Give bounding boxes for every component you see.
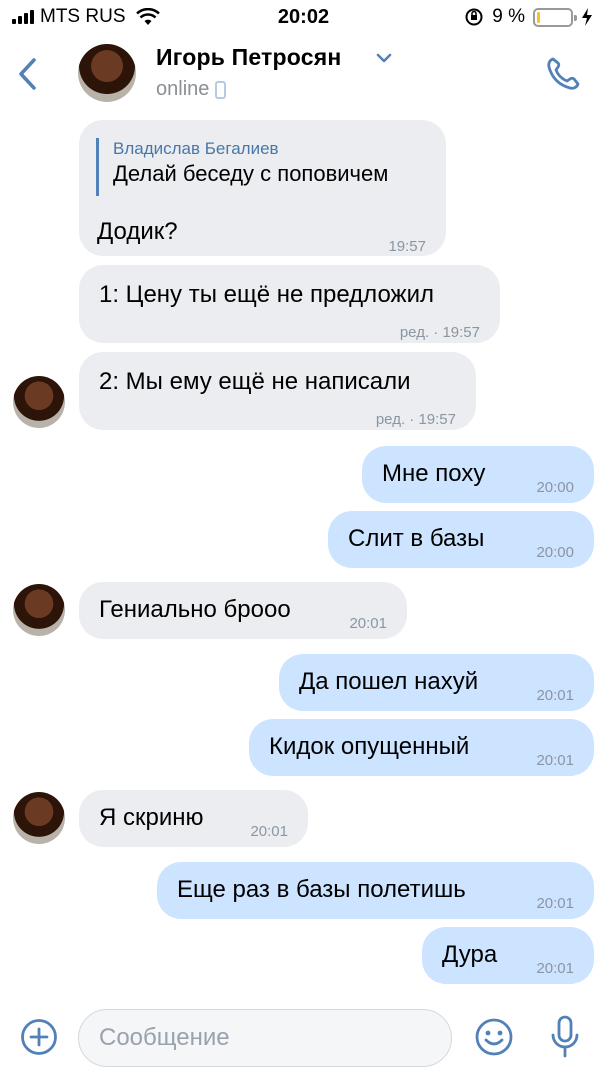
status-right: 9 % [464,6,593,28]
message-time: 20:01 [349,615,387,632]
message-text: Я скриню [99,804,204,831]
incoming-message[interactable]: Я скриню 20:01 [79,790,308,847]
message-text: Да пошел нахуй [299,668,479,695]
message-time: 20:01 [250,823,288,840]
sender-avatar[interactable] [13,376,65,428]
reply-author: Владислав Бегалиев [113,139,279,158]
message-text: Кидок опущенный [269,733,470,760]
message-text: Дура [442,941,498,968]
message-time: 20:00 [536,479,574,496]
charging-icon [582,8,592,26]
outgoing-message[interactable]: Еще раз в базы полетишь 20:01 [157,862,594,919]
message-text: Мне поху [382,460,486,487]
incoming-message[interactable]: Гениально брооо 20:01 [79,582,407,639]
sender-avatar[interactable] [13,792,65,844]
message-time: 20:00 [536,544,574,561]
chevron-down-icon[interactable] [375,52,393,64]
message-list[interactable]: Владислав Бегалиев Делай беседу с попови… [0,114,607,994]
message-text: Слит в базы [348,525,485,552]
battery-level [537,11,540,23]
mobile-device-icon [215,80,227,99]
message-time: ред. · 19:57 [399,324,480,341]
incoming-message[interactable]: Владислав Бегалиев Делай беседу с попови… [79,120,446,256]
message-text: Додик? [97,218,178,245]
emoji-icon[interactable] [474,1017,514,1057]
sender-avatar[interactable] [13,584,65,636]
outgoing-message[interactable]: Да пошел нахуй 20:01 [279,654,594,711]
message-text: Гениально брооо [99,596,291,623]
chat-header: Игорь Петросян online [0,36,607,114]
message-time: 20:01 [536,960,574,977]
online-label: online [156,78,210,100]
battery-icon [533,7,577,27]
message-time: 19:57 [388,238,426,255]
incoming-message[interactable]: 2: Мы ему ещё не написали ред. · 19:57 [79,352,476,430]
microphone-icon[interactable] [550,1015,580,1059]
message-text: 1: Цену ты ещё не предложил [99,281,434,308]
quoted-reply[interactable]: Владислав Бегалиев Делай беседу с попови… [96,138,388,196]
message-time: 20:01 [536,687,574,704]
battery-percent: 9 % [492,6,525,27]
message-time: 20:01 [536,752,574,769]
attach-plus-icon[interactable] [20,1018,58,1056]
outgoing-message[interactable]: Дура 20:01 [422,927,594,984]
message-text: 2: Мы ему ещё не написали [99,368,411,395]
message-composer [0,994,607,1080]
message-text: Еще раз в базы полетишь [177,876,466,903]
contact-status: online [156,78,227,101]
incoming-message[interactable]: 1: Цену ты ещё не предложил ред. · 19:57 [79,265,500,343]
outgoing-message[interactable]: Мне поху 20:00 [362,446,594,503]
contact-name[interactable]: Игорь Петросян [156,44,341,71]
rotation-lock-icon [465,8,483,26]
outgoing-message[interactable]: Кидок опущенный 20:01 [249,719,594,776]
status-bar: MTS RUS 20:02 9 % [0,0,607,36]
contact-avatar[interactable] [78,44,136,102]
message-time: ред. · 19:57 [375,411,456,428]
reply-text: Делай беседу с поповичем [113,161,389,186]
outgoing-message[interactable]: Слит в базы 20:00 [328,511,594,568]
message-time: 20:01 [536,895,574,912]
back-icon[interactable] [16,56,40,92]
phone-call-icon[interactable] [543,54,583,94]
message-input[interactable] [78,1009,452,1067]
